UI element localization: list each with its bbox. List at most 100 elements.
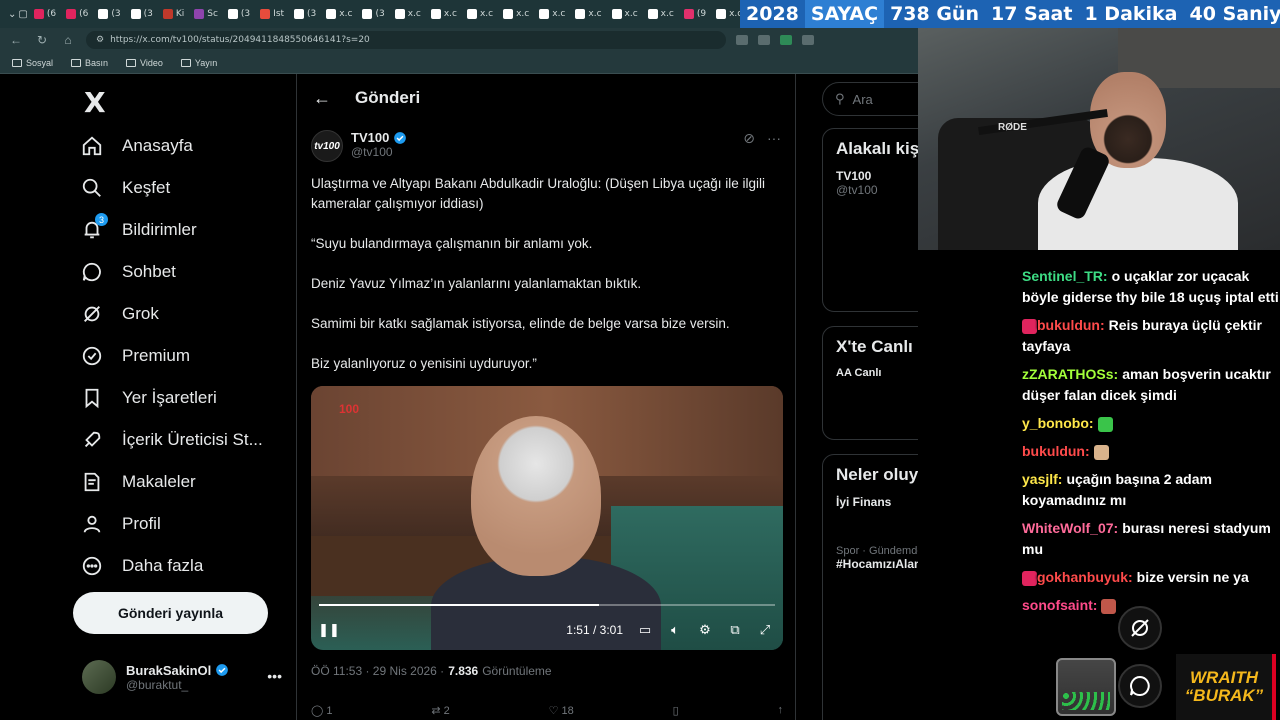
more-dots-icon[interactable]: •••	[267, 668, 282, 684]
repost-button[interactable]: ⇄ 2	[431, 704, 449, 717]
browser-tab[interactable]: (3	[127, 3, 157, 25]
search-input[interactable]: ⚲ Ara	[822, 82, 918, 116]
tab-menu-chevron-icon[interactable]: ⌄	[8, 3, 16, 25]
browser-tab[interactable]: x.c	[463, 3, 497, 25]
tab-actions-icon[interactable]: ▢	[18, 3, 27, 25]
browser-tab[interactable]: Ki	[159, 3, 188, 25]
nav-label: Daha fazla	[122, 556, 204, 575]
site-info-icon[interactable]: ⚙	[96, 35, 104, 45]
home-icon[interactable]: ⌂	[60, 33, 76, 47]
tab-label: Ki	[175, 9, 185, 19]
browser-tab[interactable]: x.c	[608, 3, 642, 25]
author-avatar[interactable]: tv100	[311, 130, 343, 162]
browser-tab[interactable]: (3	[358, 3, 388, 25]
browser-tab[interactable]: (3	[224, 3, 254, 25]
browser-tab[interactable]: x.c	[644, 3, 678, 25]
tab-label: Sc	[207, 9, 218, 19]
account-handle: @buraktut_	[126, 677, 189, 692]
reply-button[interactable]: ◯ 1	[311, 704, 333, 717]
author-name[interactable]: TV100	[351, 130, 389, 145]
bookmark-folder[interactable]: Yayın	[180, 57, 218, 68]
live-host-name[interactable]: AA Canlı	[836, 367, 918, 379]
nav-notifications[interactable]: 3 Bildirimler	[80, 210, 197, 250]
pause-icon[interactable]: ❚❚	[318, 622, 340, 638]
extension-icon[interactable]	[758, 35, 770, 45]
browser-tab[interactable]: x.c	[712, 3, 740, 25]
nav-profile[interactable]: Profil	[80, 504, 161, 544]
browser-tab[interactable]: x.c	[499, 3, 533, 25]
url-field[interactable]: ⚙ https://x.com/tv100/status/20494118485…	[86, 31, 726, 49]
browser-tab[interactable]: (6	[30, 3, 60, 25]
browser-tab[interactable]: (3	[290, 3, 320, 25]
tab-label: x.c	[479, 9, 494, 19]
trend-context: Spor · Gündemdekiler	[836, 545, 918, 557]
more-dots-icon[interactable]: ···	[767, 130, 781, 147]
chat-username: bukuldun:	[1022, 443, 1090, 459]
nav-grok[interactable]: Grok	[80, 294, 159, 334]
x-logo-icon[interactable]: X	[84, 86, 106, 119]
browser-tab[interactable]: x.c	[391, 3, 425, 25]
chat-emote-icon	[1101, 598, 1117, 614]
volume-icon[interactable]: 🔈︎	[667, 622, 683, 638]
nav-explore[interactable]: Keşfet	[80, 168, 170, 208]
nav-chat[interactable]: Sohbet	[80, 252, 176, 292]
chat-username: bukuldun:	[1037, 317, 1105, 333]
browser-tab[interactable]: x.c	[571, 3, 605, 25]
bookmark-folder[interactable]: Basın	[71, 58, 108, 68]
nav-bookmarks[interactable]: Yer İşaretleri	[80, 378, 217, 418]
post-paragraph: Ulaştırma ve Altyapı Bakanı Abdulkadir U…	[311, 176, 765, 211]
author-handle[interactable]: @tv100	[351, 145, 407, 159]
related-people-card: Alakalı kiş TV100 @tv100	[822, 128, 918, 312]
browser-tab[interactable]: (9	[680, 3, 710, 25]
chat-message: bukuldun:	[1022, 441, 1280, 462]
like-button[interactable]: ♡ 18	[549, 704, 574, 717]
bookmark-folder[interactable]: Video	[126, 58, 163, 68]
post-paragraph: Biz yalanlıyoruz o yenisini uyduruyor.”	[311, 356, 537, 371]
nav-creator-studio[interactable]: İçerik Üreticisi St...	[80, 420, 263, 460]
browser-tab[interactable]: x.c	[535, 3, 569, 25]
home-icon	[80, 134, 104, 158]
account-switcher[interactable]: BurakSakinOl @buraktut_ •••	[82, 660, 282, 694]
browser-tab[interactable]: (3	[94, 3, 124, 25]
grok-icon[interactable]: ⊘	[743, 130, 755, 147]
extension-icon[interactable]	[802, 35, 814, 45]
post-timestamp[interactable]: ÖÖ 11:53 · 29 Nis 2026 ·	[311, 664, 444, 678]
pip-icon[interactable]: ⧉	[727, 622, 743, 638]
video-player[interactable]: 100 ❚❚ 1:51 / 3:01 ▭ 🔈︎ ⚙ ⧉ ⤢	[311, 386, 783, 650]
browser-tab[interactable]: (6	[62, 3, 92, 25]
browser-tab[interactable]: Ist	[256, 3, 288, 25]
post-detail: ← Gönderi tv100 TV100 @tv100 ⊘ ··· Ulaşt…	[296, 74, 796, 720]
counter-seconds: 40 Saniye	[1189, 3, 1280, 25]
tab-favicon-icon	[66, 9, 77, 19]
fullscreen-icon[interactable]: ⤢	[757, 622, 773, 638]
reload-icon[interactable]: ↻	[34, 33, 50, 47]
browser-tab[interactable]: x.c	[322, 3, 356, 25]
nav-home[interactable]: Anasayfa	[80, 126, 193, 166]
address-bar-row: ← ↻ ⌂ ⚙ https://x.com/tv100/status/20494…	[0, 28, 918, 52]
back-icon[interactable]: ←	[8, 33, 24, 47]
extension-icon[interactable]	[736, 35, 748, 45]
browser-tab[interactable]: Sc	[190, 3, 222, 25]
settings-gear-icon[interactable]: ⚙	[697, 622, 713, 638]
related-name[interactable]: TV100	[836, 169, 918, 183]
extension-icon[interactable]	[780, 35, 792, 45]
bookmark-folder[interactable]: Sosyal	[12, 58, 53, 68]
share-button[interactable]: ↑	[777, 704, 783, 717]
back-arrow-icon[interactable]: ←	[313, 88, 331, 109]
trend-title[interactable]: İyi Finans	[836, 495, 918, 509]
browser-tab[interactable]: x.c	[427, 3, 461, 25]
nav-articles[interactable]: Makaleler	[80, 462, 196, 502]
post-button[interactable]: Gönderi yayınla	[73, 592, 268, 634]
video-progress-bar[interactable]	[319, 604, 775, 606]
nav-premium[interactable]: Premium	[80, 336, 190, 376]
tab-label: (6	[46, 9, 57, 19]
search-icon	[80, 176, 104, 200]
trend-title[interactable]: #HocamızıAlamazsınız	[836, 557, 918, 571]
webcam-feed: RØDE	[918, 28, 1280, 250]
counter-hours: 17 Saat	[991, 3, 1073, 25]
bookmark-button[interactable]: ▯	[673, 704, 679, 717]
nav-more[interactable]: Daha fazla	[80, 546, 203, 586]
captions-icon[interactable]: ▭	[637, 622, 653, 638]
bookmark-label: Yayın	[194, 57, 218, 68]
notification-badge: 3	[95, 213, 108, 226]
